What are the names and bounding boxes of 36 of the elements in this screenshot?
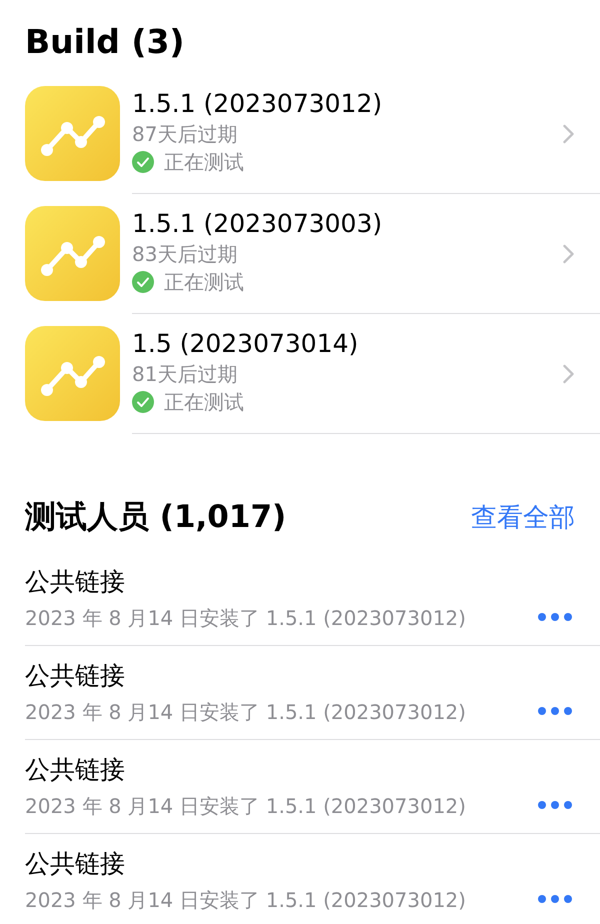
more-icon[interactable] <box>537 706 573 716</box>
more-icon[interactable] <box>537 894 573 904</box>
install-text: 2023 年 8 月14 日安装了 1.5.1 (2023073012) <box>25 604 467 632</box>
view-all-link[interactable]: 查看全部 <box>471 500 575 534</box>
check-icon <box>132 271 154 293</box>
app-icon <box>25 86 120 181</box>
build-row[interactable]: 1.5 (2023073014) 81天后过期 正在测试 <box>0 326 600 446</box>
chevron-icon <box>562 124 575 144</box>
tester-name: 公共链接 <box>25 754 126 786</box>
build-version: 1.5.1 (2023073012) <box>132 88 384 120</box>
install-text: 2023 年 8 月14 日安装了 1.5.1 (2023073012) <box>25 886 467 914</box>
build-version: 1.5 (2023073014) <box>132 328 360 360</box>
app-icon <box>25 326 120 421</box>
check-icon <box>132 391 154 413</box>
tester-name: 公共链接 <box>25 848 126 880</box>
app-icon <box>25 206 120 301</box>
tester-name: 公共链接 <box>25 660 126 692</box>
expiry-text: 87天后过期 <box>132 121 238 148</box>
status-text: 正在测试 <box>164 269 244 296</box>
build-row[interactable]: 1.5.1 (2023073003) 83天后过期 正在测试 <box>0 206 600 326</box>
chevron-icon <box>562 244 575 264</box>
build-row[interactable]: 1.5.1 (2023073012) 87天后过期 正在测试 <box>0 86 600 206</box>
section-title: Build (3) <box>25 21 186 63</box>
status-text: 正在测试 <box>164 389 244 416</box>
section-title: 测试人员 (1,017) <box>25 498 286 537</box>
build-version: 1.5.1 (2023073003) <box>132 208 384 240</box>
tester-name: 公共链接 <box>25 566 126 598</box>
more-icon[interactable] <box>537 612 573 622</box>
install-text: 2023 年 8 月14 日安装了 1.5.1 (2023073012) <box>25 792 467 820</box>
more-icon[interactable] <box>537 800 573 810</box>
install-text: 2023 年 8 月14 日安装了 1.5.1 (2023073012) <box>25 698 467 726</box>
status-text: 正在测试 <box>164 149 244 176</box>
check-icon <box>132 151 154 173</box>
expiry-text: 83天后过期 <box>132 241 238 268</box>
expiry-text: 81天后过期 <box>132 361 238 388</box>
chevron-icon <box>562 364 575 384</box>
